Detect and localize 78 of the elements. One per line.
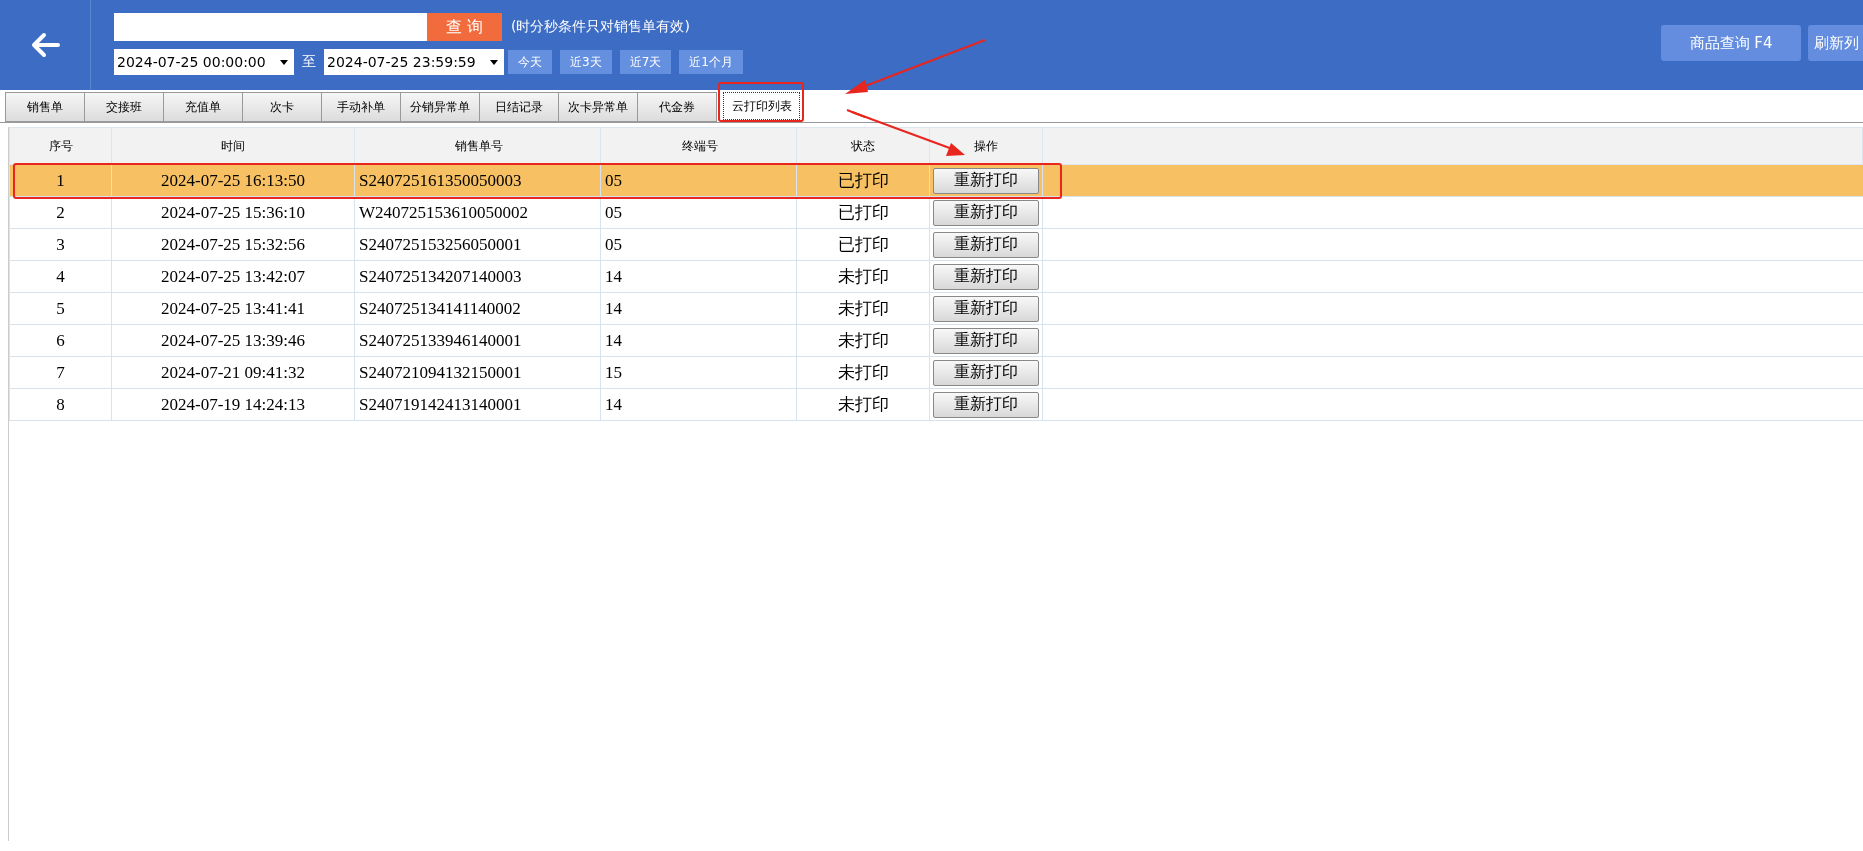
table-cell: 1: [9, 164, 112, 197]
table-cell: 7: [9, 356, 112, 389]
column-header: 状态: [796, 127, 930, 165]
table-cell: 已打印: [796, 228, 930, 261]
table-cell: 14: [600, 388, 797, 421]
reprint-button[interactable]: 重新打印: [933, 199, 1039, 226]
table-cell: 14: [600, 292, 797, 325]
table-row[interactable]: 4 2024-07-25 13:42:07 S240725134207140003 14 未打印 重新打印: [9, 260, 1863, 293]
date-picker[interactable]: 2024-07-25 23:59:59: [324, 49, 504, 75]
table-cell: 8: [9, 388, 112, 421]
tab[interactable]: 充值单: [163, 92, 243, 122]
table-cell: 已打印: [796, 164, 930, 197]
table-cell: 5: [9, 292, 112, 325]
table-cell: 05: [600, 164, 797, 197]
table-cell: 2: [9, 196, 112, 229]
tab[interactable]: 交接班: [84, 92, 164, 122]
table-cell: 未打印: [796, 292, 930, 325]
table-cell: 未打印: [796, 388, 930, 421]
table-cell: 2024-07-25 16:13:50: [111, 164, 355, 197]
tab[interactable]: 次卡: [242, 92, 322, 122]
table-row[interactable]: 1 2024-07-25 16:13:50 S240725161350050003 05 已打印 重新打印: [9, 164, 1863, 197]
table-cell: 05: [600, 228, 797, 261]
column-header: 终端号: [600, 127, 797, 165]
reprint-button[interactable]: 重新打印: [933, 391, 1039, 418]
reprint-button[interactable]: 重新打印: [933, 263, 1039, 290]
table-cell: 2024-07-25 13:39:46: [111, 324, 355, 357]
back-arrow-icon: [30, 32, 60, 58]
reprint-button[interactable]: 重新打印: [933, 327, 1039, 354]
tab[interactable]: 手动补单: [321, 92, 401, 122]
table-cell: 已打印: [796, 196, 930, 229]
tab[interactable]: 销售单: [5, 92, 85, 122]
table-cell: 未打印: [796, 324, 930, 357]
table-row[interactable]: 2 2024-07-25 15:36:10 W240725153610050002 05 已打印 重新打印: [9, 196, 1863, 229]
table-cell: S240725133946140001: [354, 324, 601, 357]
table-cell: 05: [600, 196, 797, 229]
table-cell: 未打印: [796, 260, 930, 293]
table-cell: 未打印: [796, 356, 930, 389]
tab[interactable]: 日结记录: [479, 92, 559, 122]
table-cell: 2024-07-25 15:32:56: [111, 228, 355, 261]
tab[interactable]: 次卡异常单: [558, 92, 638, 122]
reprint-button[interactable]: 重新打印: [933, 359, 1039, 386]
date-picker[interactable]: 2024-07-25 00:00:00: [114, 49, 294, 75]
table-row[interactable]: 8 2024-07-19 14:24:13 S240719142413140001 14 未打印 重新打印: [9, 388, 1863, 421]
table-cell: 15: [600, 356, 797, 389]
column-header: 时间: [111, 127, 355, 165]
table-cell: 4: [9, 260, 112, 293]
column-header: 销售单号: [354, 127, 601, 165]
table-row[interactable]: 5 2024-07-25 13:41:41 S240725134141140002 14 未打印 重新打印: [9, 292, 1863, 325]
table-cell: S240725134141140002: [354, 292, 601, 325]
tab[interactable]: 云打印列表: [723, 92, 800, 120]
table-cell: 2024-07-25 15:36:10: [111, 196, 355, 229]
table-cell: S240719142413140001: [354, 388, 601, 421]
date-separator: 至: [302, 53, 316, 71]
table-cell: S240725153256050001: [354, 228, 601, 261]
table-cell: W240725153610050002: [354, 196, 601, 229]
table-cell: 3: [9, 228, 112, 261]
tab[interactable]: 分销异常单: [400, 92, 480, 122]
caret-icon: [490, 59, 498, 65]
table-cell: S240725161350050003: [354, 164, 601, 197]
table-cell: 2024-07-19 14:24:13: [111, 388, 355, 421]
column-header: 序号: [9, 127, 112, 165]
reprint-button[interactable]: 重新打印: [933, 231, 1039, 258]
hint-text: (时分秒条件只对销售单有效): [511, 18, 690, 36]
table-cell: 6: [9, 324, 112, 357]
reprint-button[interactable]: 重新打印: [933, 295, 1039, 322]
reprint-button[interactable]: 重新打印: [933, 167, 1039, 194]
table-row[interactable]: 6 2024-07-25 13:39:46 S240725133946140001 14 未打印 重新打印: [9, 324, 1863, 357]
table-cell: 14: [600, 324, 797, 357]
table-cell: 14: [600, 260, 797, 293]
table-row[interactable]: 7 2024-07-21 09:41:32 S240721094132150001 15 未打印 重新打印: [9, 356, 1863, 389]
tab[interactable]: 代金券: [637, 92, 717, 122]
table-cell: 2024-07-25 13:42:07: [111, 260, 355, 293]
table-cell: S240721094132150001: [354, 356, 601, 389]
table-row[interactable]: 3 2024-07-25 15:32:56 S240725153256050001 05 已打印 重新打印: [9, 228, 1863, 261]
table-cell: S240725134207140003: [354, 260, 601, 293]
table-cell: 2024-07-21 09:41:32: [111, 356, 355, 389]
caret-icon: [280, 59, 288, 65]
table-cell: 2024-07-25 13:41:41: [111, 292, 355, 325]
